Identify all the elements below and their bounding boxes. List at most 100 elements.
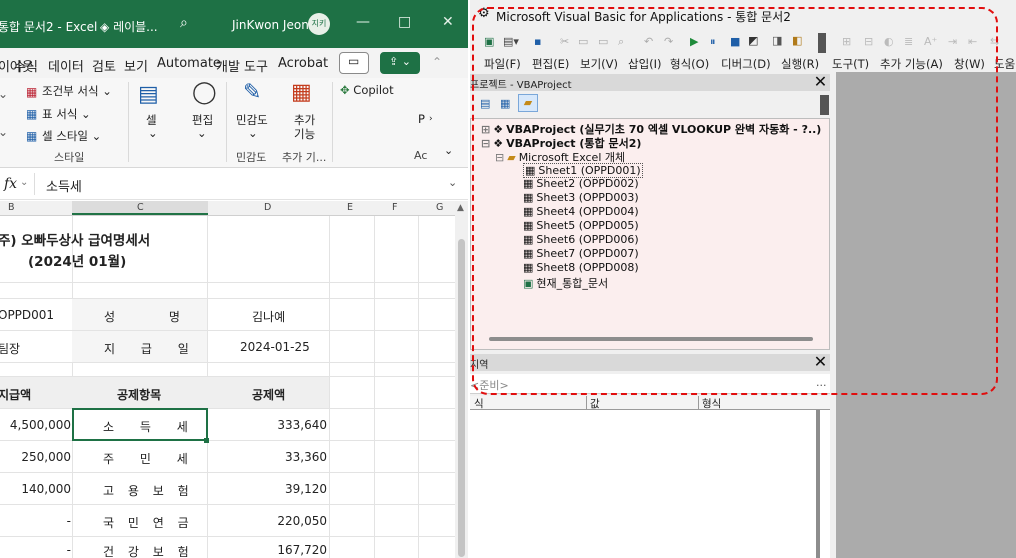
close-button[interactable]: ✕ (442, 14, 454, 30)
paste-icon[interactable]: ▭ (598, 35, 608, 48)
locals-col-value[interactable]: 값 (590, 396, 600, 411)
indent-icon[interactable]: ⊞ (842, 35, 851, 48)
project-explorer-icon[interactable]: ◨ (772, 34, 782, 47)
tab-formulas[interactable]: 수식 (14, 56, 38, 75)
copy-icon[interactable]: ▭ (578, 35, 588, 48)
tree-node-workbook[interactable]: ▣ 현재_통합_문서 (523, 275, 608, 291)
chevron-down-icon[interactable]: ⌄ (444, 144, 453, 157)
cut-icon[interactable]: ✂ (560, 35, 569, 48)
design-mode-icon[interactable]: ◩ (748, 34, 758, 47)
chevron-down-icon[interactable]: ⌄ (0, 126, 8, 138)
locals-grid[interactable]: 식 값 형식 (470, 396, 830, 558)
locals-col-type[interactable]: 형식 (702, 396, 721, 411)
locals-ellipsis-button[interactable]: ... (816, 376, 827, 389)
fx-icon[interactable]: fx (4, 176, 17, 192)
tree-node-sheet[interactable]: ▦ Sheet1 (OPPD001) (523, 163, 643, 178)
column-header-g[interactable]: G (436, 202, 443, 213)
search-icon[interactable]: ⌕ (180, 15, 188, 31)
break-icon[interactable]: ⏸ (710, 35, 716, 49)
tree-node-sheet[interactable]: ▦ Sheet3 (OPPD003) (523, 191, 639, 204)
chevron-down-icon[interactable]: ⌄ (20, 177, 28, 188)
insert-module-icon[interactable]: ▤▾ (503, 35, 519, 48)
undo-icon[interactable]: ↶ (644, 35, 653, 48)
fill-handle[interactable] (204, 438, 209, 443)
menu-debug[interactable]: 디버그(D) (721, 56, 771, 72)
view-object-icon[interactable]: ▦ (500, 97, 510, 110)
sensitivity-label-chip[interactable]: ◈ 레이블... (100, 18, 158, 35)
menu-help[interactable]: 도움 (994, 56, 1015, 72)
menu-insert[interactable]: 삽입(I) (628, 56, 662, 72)
next-bookmark-icon[interactable]: ⇤ (968, 35, 977, 48)
comment-block-icon[interactable]: ≣ (904, 35, 913, 48)
column-header-f[interactable]: F (392, 202, 397, 213)
column-header-c[interactable]: C (137, 202, 144, 213)
menu-addins[interactable]: 추가 기능(A) (880, 56, 943, 72)
menu-format[interactable]: 형식(O) (670, 56, 709, 72)
maximize-button[interactable]: □ (398, 14, 411, 30)
column-header-e[interactable]: E (347, 202, 353, 213)
tree-node-sheet[interactable]: ▦ Sheet4 (OPPD004) (523, 205, 639, 218)
menu-window[interactable]: 창(W) (954, 56, 985, 72)
menu-edit[interactable]: 편집(E) (532, 56, 569, 72)
view-excel-icon[interactable]: ▣ (484, 35, 494, 48)
formula-input[interactable]: 소득세 (46, 176, 82, 195)
tree-node-sheet[interactable]: ▦ Sheet7 (OPPD007) (523, 247, 639, 260)
search-icon[interactable]: ◯ (192, 82, 217, 104)
project-tree[interactable]: ⊞ ❖ VBAProject (실무기초 70 엑셀 VLOOKUP 완벽 자동화 … (470, 118, 830, 350)
properties-icon[interactable]: ◧ (792, 34, 802, 47)
chevron-down-icon[interactable]: ⌄ (248, 126, 258, 140)
find-icon[interactable]: ⌕ (618, 35, 624, 49)
chevron-down-icon[interactable]: ⌄ (197, 126, 207, 140)
view-code-icon[interactable]: ▤ (480, 97, 490, 110)
format-table-button[interactable]: 표 서식 ⌄ (42, 106, 91, 122)
ribbon-collapse-icon[interactable]: ⌃ (432, 55, 442, 69)
outdent-icon[interactable]: ⊟ (864, 35, 873, 48)
chevron-down-icon[interactable]: ⌄ (148, 126, 158, 140)
reset-icon[interactable]: ■ (730, 35, 740, 48)
save-icon[interactable]: ▪ (534, 35, 541, 48)
toggle-folders-icon[interactable]: ▰ (518, 94, 538, 112)
tab-acrobat[interactable]: Acrobat (278, 56, 328, 71)
tab-view[interactable]: 보기 (124, 56, 148, 75)
addins-icon[interactable]: ▦ (291, 82, 312, 104)
column-header-b[interactable]: B (8, 202, 15, 213)
close-icon[interactable]: ✕ (813, 74, 828, 90)
toolbar-overflow[interactable] (818, 33, 826, 53)
column-header-d[interactable]: D (264, 202, 271, 213)
cell-style-button[interactable]: 셀 스타일 ⌄ (42, 128, 101, 144)
menu-view[interactable]: 보기(V) (580, 56, 618, 72)
vertical-scrollbar[interactable] (816, 410, 820, 558)
avatar[interactable]: 지키 (308, 13, 330, 35)
tree-node-sheet[interactable]: ▦ Sheet5 (OPPD005) (523, 219, 639, 232)
conditional-format-button[interactable]: 조건부 서식 ⌄ (42, 83, 112, 99)
ribbon-more-label[interactable]: P (418, 112, 425, 126)
chevron-down-icon[interactable]: ⌄ (0, 88, 8, 100)
scroll-up-icon[interactable]: ▲ (457, 203, 464, 213)
uncomment-block-icon[interactable]: A⁺ (924, 35, 937, 48)
share-button[interactable]: ⇪ ⌄ (380, 52, 420, 74)
clear-bookmarks-icon[interactable]: ⇆ (990, 35, 999, 48)
locals-col-expression[interactable]: 식 (474, 396, 484, 411)
addins-label-line2[interactable]: 기능 (294, 126, 315, 142)
tab-data[interactable]: 데이터 (48, 56, 84, 75)
cells-icon[interactable]: ▤ (138, 84, 159, 106)
run-icon[interactable]: ▶ (690, 35, 698, 48)
expand-formula-icon[interactable]: ⌄ (448, 176, 457, 189)
close-icon[interactable]: ✕ (813, 354, 828, 370)
minimize-button[interactable]: — (356, 14, 370, 30)
tab-developer[interactable]: 개발 도구 (216, 56, 268, 75)
tree-node-sheet[interactable]: ▦ Sheet2 (OPPD002) (523, 177, 639, 190)
tree-node-sheet[interactable]: ▦ Sheet6 (OPPD006) (523, 233, 639, 246)
menu-run[interactable]: 실행(R) (781, 56, 819, 72)
scrollbar-thumb[interactable] (458, 239, 465, 557)
tree-node-sheet[interactable]: ▦ Sheet8 (OPPD008) (523, 261, 639, 274)
comments-button[interactable]: ▭ (339, 52, 369, 74)
sensitivity-icon[interactable]: ✎ (243, 82, 261, 104)
toggle-breakpoint-icon[interactable]: ◐ (884, 35, 894, 48)
chevron-right-icon[interactable]: › (429, 114, 433, 124)
worksheet-grid[interactable]: 주) 오빠두상사 급여명세서 (2024년 01월) OPPD001 성 명 김… (0, 216, 455, 558)
menu-file[interactable]: 파일(F) (484, 56, 521, 72)
tab-review[interactable]: 검토 (92, 56, 116, 75)
horizontal-scrollbar[interactable] (489, 337, 813, 341)
tab-automate[interactable]: Automate (157, 56, 221, 71)
